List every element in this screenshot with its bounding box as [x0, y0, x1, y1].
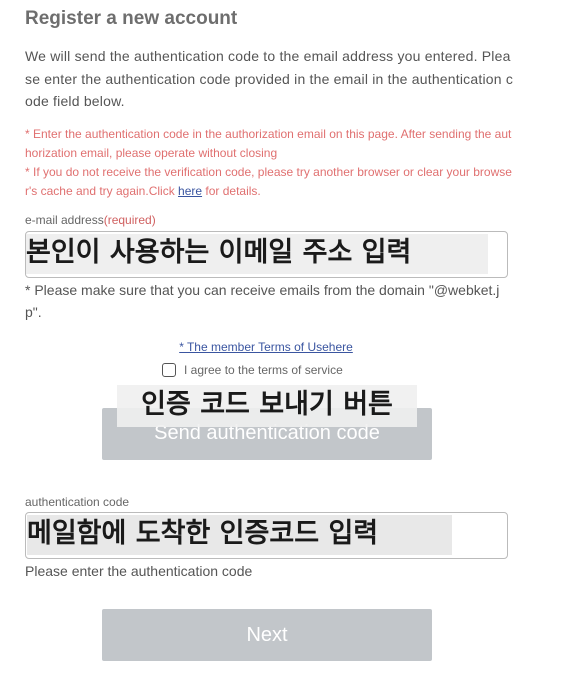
note-1: * Enter the authentication code in the a…	[25, 127, 512, 160]
next-button[interactable]: Next	[102, 609, 432, 661]
page-title: Register a new account	[25, 8, 238, 29]
send-annotation: 인증 코드 보내기 버튼	[117, 385, 417, 427]
agree-label: I agree to the terms of service	[184, 363, 343, 377]
intro-text: We will send the authentication code to …	[25, 48, 514, 109]
next-label: Next	[246, 623, 288, 646]
note-2-tail: for details.	[202, 184, 261, 198]
email-label-text: e-mail address	[25, 213, 104, 227]
code-label: authentication code	[25, 495, 130, 509]
note-2-text: * If you do not receive the verification…	[25, 165, 512, 198]
email-label: e-mail address(required)	[25, 213, 156, 227]
terms-link[interactable]: * The member Terms of Usehere	[179, 340, 353, 354]
details-link[interactable]: here	[178, 184, 202, 198]
required-marker: (required)	[103, 213, 156, 227]
note-2: * If you do not receive the verification…	[25, 163, 515, 201]
agree-row[interactable]: I agree to the terms of service	[162, 363, 343, 377]
agree-checkbox[interactable]	[162, 363, 176, 377]
code-annotation: 메일함에 도착한 인증코드 입력	[27, 515, 452, 555]
email-annotation: 본인이 사용하는 이메일 주소 입력	[26, 234, 488, 274]
code-help: Please enter the authentication code	[25, 563, 253, 579]
email-help: * Please make sure that you can receive …	[25, 282, 500, 320]
notes: * Enter the authentication code in the a…	[25, 125, 515, 201]
terms-row: * The member Terms of Usehere	[0, 340, 532, 354]
